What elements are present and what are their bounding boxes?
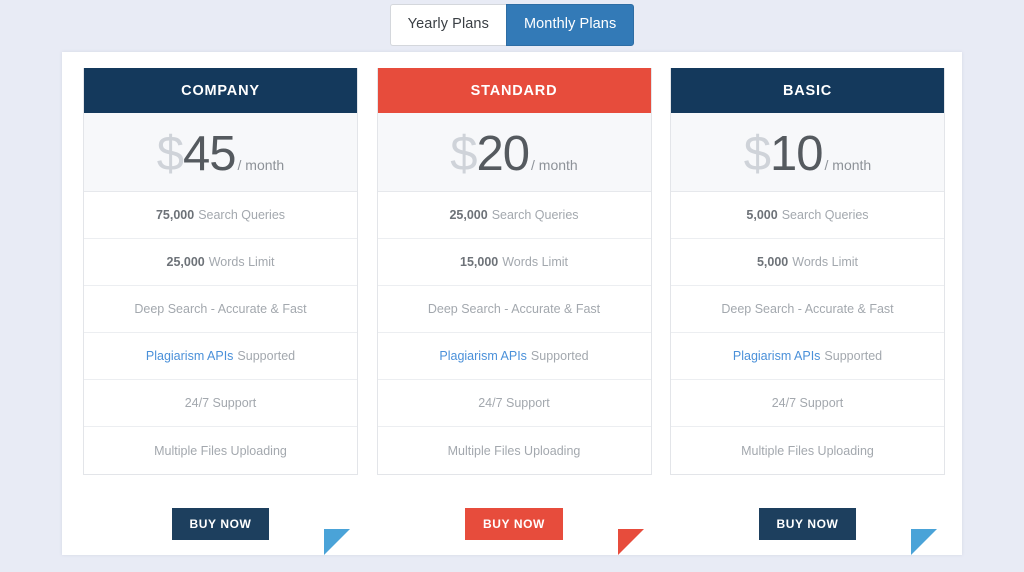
pricing-card-standard: STANDARD $20/ month 25,000 Search Queries 15… xyxy=(376,68,652,565)
feature-label: Words Limit xyxy=(208,255,275,269)
buy-now-button[interactable]: BUY NOW xyxy=(465,508,563,540)
currency-symbol: $ xyxy=(156,126,184,181)
plan-feature: 75,000 Search Queries xyxy=(84,192,357,239)
feature-label: Deep Search - Accurate & Fast xyxy=(134,302,307,316)
billing-period: / month xyxy=(824,156,872,173)
corner-triangle-icon xyxy=(617,529,644,555)
feature-label: Multiple Files Uploading xyxy=(447,443,581,458)
feature-value: 75,000 xyxy=(155,208,195,222)
plan-feature: Multiple Files Uploading xyxy=(378,427,651,474)
currency-symbol: $ xyxy=(743,126,771,181)
feature-label: Search Queries xyxy=(491,208,579,222)
billing-period: / month xyxy=(237,156,285,173)
plan-feature: Plagiarism APIs Supported xyxy=(671,333,944,380)
feature-value: 25,000 xyxy=(449,208,488,222)
plan-price: $10/ month xyxy=(671,113,944,192)
feature-label: Supported xyxy=(237,349,296,363)
plan-feature: 15,000 Words Limit xyxy=(377,239,651,286)
pricing-panel: COMPANY $45/ month 75,000 Search Queries 25,… xyxy=(62,52,962,555)
plan-feature: Multiple Files Uploading xyxy=(84,427,357,474)
pricing-card-body: BASIC $10/ month 5,000 Search Queries 5,000 W… xyxy=(670,68,945,475)
price-amount: 10 xyxy=(770,126,824,181)
buy-now-button[interactable]: BUY NOW xyxy=(758,508,857,540)
plan-price: $45/ month xyxy=(84,113,357,192)
plagiarism-apis-link[interactable]: Plagiarism APIs xyxy=(439,349,527,363)
plan-feature: Deep Search - Accurate & Fast xyxy=(671,286,944,333)
feature-label: Deep Search - Accurate & Fast xyxy=(427,302,601,316)
feature-label: Search Queries xyxy=(198,208,286,222)
plagiarism-apis-link[interactable]: Plagiarism APIs xyxy=(146,349,234,363)
toggle-monthly-plans[interactable]: Monthly Plans xyxy=(505,4,635,46)
plagiarism-apis-link[interactable]: Plagiarism APIs xyxy=(733,349,821,363)
billing-period: / month xyxy=(531,156,578,173)
currency-symbol: $ xyxy=(450,126,477,181)
feature-label: Search Queries xyxy=(781,208,869,222)
feature-label: Multiple Files Uploading xyxy=(154,443,287,458)
buy-now-button[interactable]: BUY NOW xyxy=(171,508,270,540)
feature-value: 5,000 xyxy=(746,208,778,222)
pricing-card-basic: BASIC $10/ month 5,000 Search Queries 5,000 W… xyxy=(670,68,945,565)
billing-period-toggle: Yearly Plans Monthly Plans xyxy=(0,4,1024,46)
feature-label: 24/7 Support xyxy=(771,396,844,410)
corner-triangle-icon xyxy=(911,529,937,555)
pricing-card-body: COMPANY $45/ month 75,000 Search Queries 25,… xyxy=(83,68,358,475)
buy-row: BUY NOW xyxy=(83,475,358,565)
feature-value: 15,000 xyxy=(460,255,499,269)
feature-label: Words Limit xyxy=(502,255,568,269)
pricing-card-company: COMPANY $45/ month 75,000 Search Queries 25,… xyxy=(83,68,358,565)
plan-price: $20/ month xyxy=(377,113,651,192)
plan-feature: 5,000 Words Limit xyxy=(671,239,944,286)
plan-feature: 24/7 Support xyxy=(377,380,651,427)
plan-name: STANDARD xyxy=(377,68,651,113)
plan-feature: Deep Search - Accurate & Fast xyxy=(84,286,357,333)
feature-value: 5,000 xyxy=(756,255,789,269)
buy-row: BUY NOW xyxy=(377,475,652,565)
feature-label: Supported xyxy=(530,349,589,363)
buy-row: BUY NOW xyxy=(670,475,945,565)
plan-name: BASIC xyxy=(671,68,944,113)
corner-triangle-icon xyxy=(324,529,350,555)
plan-feature: 24/7 Support xyxy=(84,380,357,427)
pricing-card-body: STANDARD $20/ month 25,000 Search Queries 15… xyxy=(376,68,652,475)
price-amount: 45 xyxy=(183,126,237,181)
price-amount: 20 xyxy=(476,126,531,181)
plan-feature: Plagiarism APIs Supported xyxy=(377,333,651,380)
toggle-yearly-plans[interactable]: Yearly Plans xyxy=(389,4,506,46)
feature-label: Words Limit xyxy=(792,255,859,269)
plan-feature: Multiple Files Uploading xyxy=(671,427,944,474)
feature-value: 25,000 xyxy=(166,255,205,269)
feature-label: Multiple Files Uploading xyxy=(741,443,874,458)
plan-name: COMPANY xyxy=(84,68,357,113)
feature-label: Supported xyxy=(824,349,883,363)
plan-feature: 24/7 Support xyxy=(671,380,944,427)
feature-label: 24/7 Support xyxy=(184,396,257,410)
plan-feature: 25,000 Words Limit xyxy=(84,239,357,286)
pricing-card-list: COMPANY $45/ month 75,000 Search Queries 25,… xyxy=(83,68,945,565)
plan-feature: Deep Search - Accurate & Fast xyxy=(377,286,651,333)
plan-feature: 5,000 Search Queries xyxy=(671,192,944,239)
feature-label: Deep Search - Accurate & Fast xyxy=(721,302,894,316)
plan-feature: Plagiarism APIs Supported xyxy=(84,333,357,380)
feature-label: 24/7 Support xyxy=(478,396,550,410)
plan-feature: 25,000 Search Queries xyxy=(377,192,651,239)
